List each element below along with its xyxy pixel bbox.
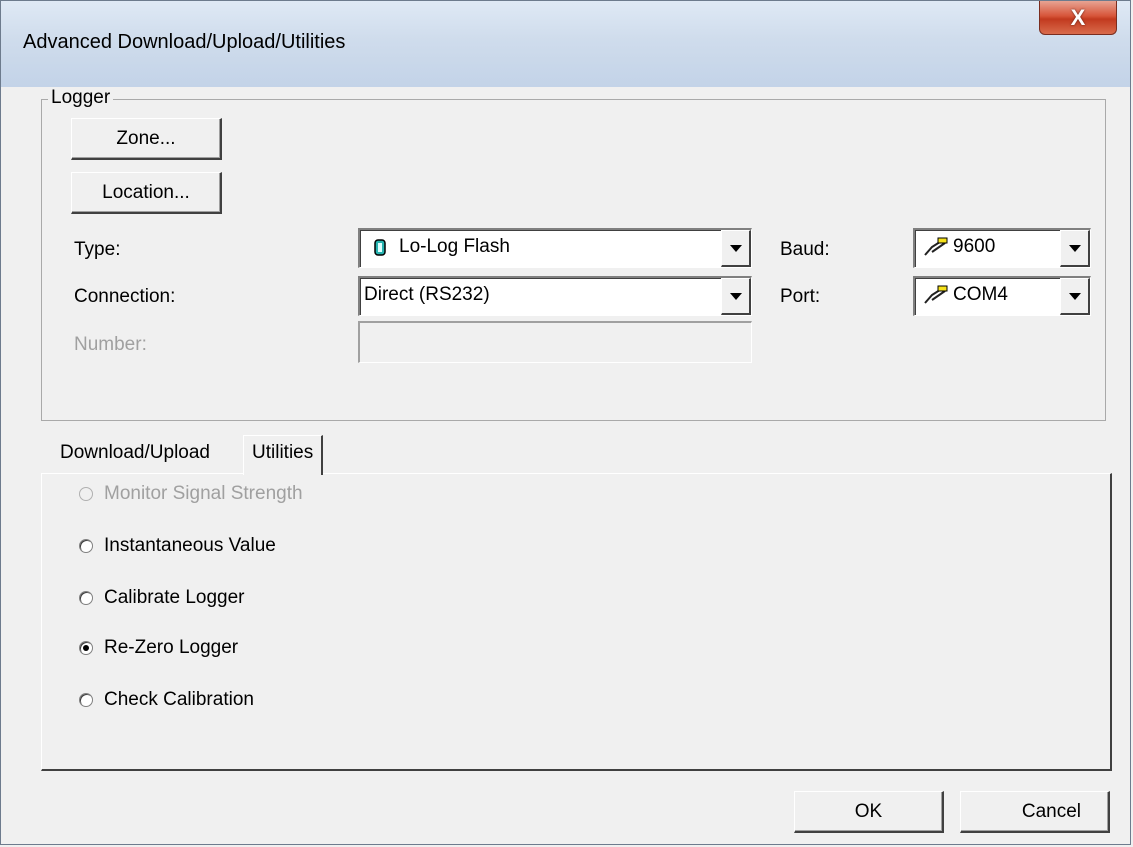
port-label: Port: [780, 286, 821, 307]
tab-download-upload[interactable]: Download/Upload [56, 442, 214, 464]
connection-select-value: Direct (RS232) [364, 284, 490, 305]
utilities-tab-panel [41, 473, 1112, 771]
window-title: Advanced Download/Upload/Utilities [23, 31, 346, 53]
chevron-down-icon [1068, 244, 1081, 252]
port-select-value: COM4 [953, 284, 1008, 305]
zone-button-label: Zone... [116, 127, 176, 149]
radio-button[interactable] [79, 539, 93, 553]
connection-select-dropdown-button[interactable] [721, 278, 751, 315]
ok-button[interactable]: OK [794, 791, 944, 833]
close-icon: X [1070, 4, 1086, 30]
port-select[interactable]: COM4 [913, 276, 1091, 316]
radio-label: Monitor Signal Strength [104, 483, 303, 504]
re-zero-logger-option[interactable]: Re-Zero Logger [79, 637, 238, 659]
type-select[interactable]: Lo-Log Flash [358, 228, 752, 268]
radio-dot [83, 645, 89, 651]
instantaneous-value-option[interactable]: Instantaneous Value [79, 535, 276, 557]
logger-device-icon [374, 238, 386, 256]
monitor-signal-strength-option[interactable]: Monitor Signal Strength [79, 483, 303, 505]
baud-select-value-wrap: 9600 [923, 236, 995, 258]
serial-cable-icon [924, 237, 948, 256]
number-label: Number: [74, 334, 147, 355]
cancel-button-label: Cancel [1021, 800, 1081, 822]
type-select-dropdown-button[interactable] [721, 230, 751, 267]
number-field[interactable] [358, 321, 752, 363]
chevron-down-icon [729, 244, 742, 252]
type-select-value-wrap: Lo-Log Flash [374, 236, 510, 258]
port-select-dropdown-button[interactable] [1060, 278, 1090, 315]
baud-select-dropdown-button[interactable] [1060, 230, 1090, 267]
ok-button-label: OK [854, 800, 883, 822]
logger-group-legend: Logger [48, 87, 114, 109]
type-select-value: Lo-Log Flash [399, 236, 510, 257]
chevron-down-icon [1068, 292, 1081, 300]
radio-label: Check Calibration [104, 689, 254, 710]
location-button-label: Location... [102, 181, 190, 203]
radio-label: Instantaneous Value [104, 535, 276, 556]
baud-select[interactable]: 9600 [913, 228, 1091, 268]
close-button[interactable]: X [1039, 1, 1117, 35]
radio-button[interactable] [79, 693, 93, 707]
tab-utilities[interactable]: Utilities [243, 435, 324, 475]
cancel-button[interactable]: Cancel [960, 791, 1110, 833]
radio-label: Calibrate Logger [104, 587, 245, 608]
serial-cable-icon [924, 285, 948, 304]
check-calibration-option[interactable]: Check Calibration [79, 689, 254, 711]
calibrate-logger-option[interactable]: Calibrate Logger [79, 587, 244, 609]
radio-label: Re-Zero Logger [104, 637, 239, 658]
zone-button[interactable]: Zone... [71, 118, 222, 160]
radio-button[interactable] [79, 591, 93, 605]
port-select-value-wrap: COM4 [923, 284, 1008, 306]
baud-label: Baud: [780, 239, 830, 260]
connection-label: Connection: [74, 286, 176, 307]
location-button[interactable]: Location... [71, 172, 222, 214]
connection-select[interactable]: Direct (RS232) [358, 276, 752, 316]
title-bar: Advanced Download/Upload/Utilities X [1, 1, 1130, 87]
radio-button-selected[interactable] [79, 641, 93, 655]
chevron-down-icon [729, 292, 742, 300]
type-label: Type: [74, 239, 121, 260]
radio-button[interactable] [79, 487, 93, 501]
baud-select-value: 9600 [953, 236, 996, 257]
